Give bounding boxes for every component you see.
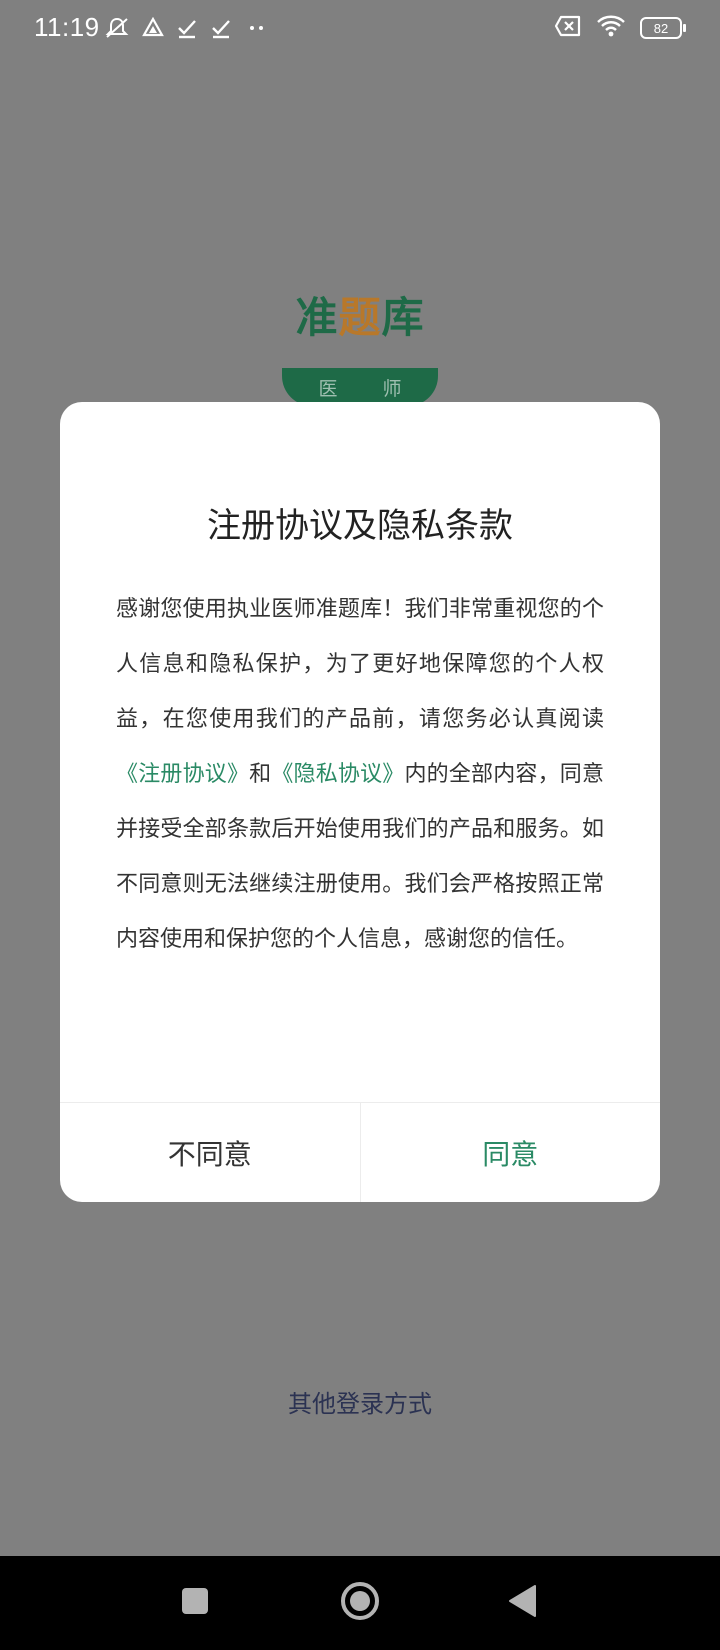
recents-button[interactable] xyxy=(170,1578,220,1628)
check-icon xyxy=(210,17,232,39)
mute-icon xyxy=(104,16,130,40)
logo-text: 准题库 xyxy=(295,293,424,342)
logo-badge-left: 医 xyxy=(282,368,360,406)
register-agreement-link[interactable]: 《注册协议》 xyxy=(116,762,249,787)
status-time: 11:19 xyxy=(34,12,100,42)
dialog-body: 感谢您使用执业医师准题库！我们非常重视您的个人信息和隐私保护，为了更好地保障您的… xyxy=(116,582,604,967)
more-dots-icon xyxy=(244,17,268,39)
check-icon xyxy=(176,17,198,39)
logo-badge: 医 师 xyxy=(282,368,438,406)
dialog-body-text-2: 内的全部内容，同意并接受全部条款后开始使用我们的产品和服务。如不同意则无法继续注… xyxy=(116,762,604,952)
logo-char-2: 题 xyxy=(338,293,382,342)
sim-error-icon xyxy=(554,15,582,41)
home-button[interactable] xyxy=(335,1578,385,1628)
battery-icon: 82 xyxy=(640,17,686,39)
dialog-body-and: 和 xyxy=(249,762,272,787)
navigation-bar xyxy=(0,1556,720,1650)
wifi-icon xyxy=(596,14,626,42)
square-icon xyxy=(180,1586,210,1620)
battery-level: 82 xyxy=(653,20,669,36)
back-button[interactable] xyxy=(498,1578,548,1628)
logo-char-1: 准 xyxy=(295,293,339,342)
status-bar: 11:19 82 xyxy=(0,0,720,56)
back-triangle-icon xyxy=(507,1584,539,1622)
logo-badge-right: 师 xyxy=(360,368,438,406)
privacy-agreement-link[interactable]: 《隐私协议》 xyxy=(271,762,404,787)
home-circle-icon xyxy=(339,1580,381,1626)
dialog-buttons: 不同意 同意 xyxy=(60,1103,660,1202)
dialog-title: 注册协议及隐私条款 xyxy=(207,506,513,546)
dialog-body-text: 感谢您使用执业医师准题库！我们非常重视您的个人信息和隐私保护，为了更好地保障您的… xyxy=(116,597,604,732)
disagree-button[interactable]: 不同意 xyxy=(60,1103,360,1202)
agree-button[interactable]: 同意 xyxy=(361,1103,661,1202)
app-logo: 准题库 xyxy=(0,284,720,345)
agreement-dialog: 注册协议及隐私条款 感谢您使用执业医师准题库！我们非常重视您的个人信息和隐私保护… xyxy=(60,402,660,1202)
logo-char-3: 库 xyxy=(381,293,425,342)
other-login-link[interactable]: 其他登录方式 xyxy=(0,1384,720,1419)
status-left-icons xyxy=(104,16,268,40)
status-right-icons: 82 xyxy=(554,14,686,42)
drive-icon xyxy=(142,17,164,39)
